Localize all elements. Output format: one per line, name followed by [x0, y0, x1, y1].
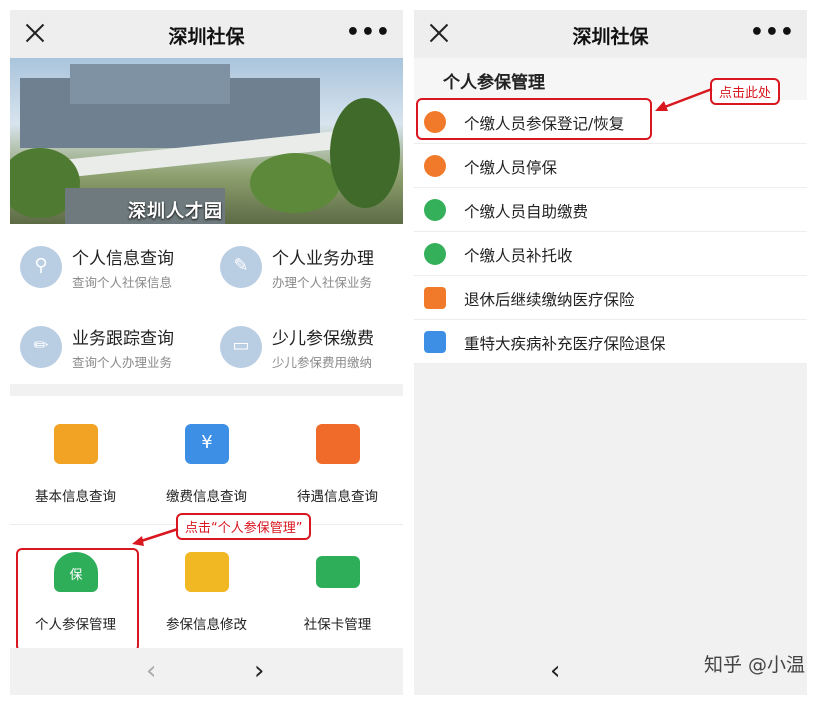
- left-screen: 深圳社保 ••• 深圳人才园 ⚲ 个人信息查询 查询个人社保信息 ✎ 个人业务办…: [10, 10, 403, 695]
- list-item[interactable]: 个缴人员自助缴费: [414, 188, 807, 232]
- back-arrow-icon[interactable]: ‹: [146, 656, 156, 686]
- pause-coin-icon: [424, 155, 446, 177]
- watermark-text: 知乎 @小温: [703, 654, 805, 676]
- document-edit-icon: ✎: [220, 246, 262, 288]
- info-item-personal-business[interactable]: ✎ 个人业务办理 办理个人社保业务: [210, 232, 400, 302]
- list-item-label: 退休后继续缴纳医疗保险: [464, 291, 635, 309]
- list-item[interactable]: 退休后继续缴纳医疗保险: [414, 276, 807, 320]
- list-item-label: 个缴人员停保: [464, 159, 558, 177]
- right-screen: 深圳社保 ••• 个人参保管理 个缴人员参保登记/恢复 个缴人员停保 个缴人员自…: [414, 10, 807, 695]
- building-shape: [70, 64, 230, 104]
- monitor-icon: ▭: [220, 326, 262, 368]
- info-item-title: 业务跟踪查询: [72, 329, 174, 349]
- coin-clock-icon: [424, 243, 446, 265]
- grid-item-benefit-info[interactable]: 待遇信息查询: [272, 396, 403, 520]
- banner-sign-text: 深圳人才园: [128, 201, 223, 222]
- bottom-navigation: ‹ ›: [10, 648, 403, 695]
- callout-arrow: [132, 527, 179, 546]
- hand-document-icon: [424, 331, 446, 353]
- list-item[interactable]: 重特大疾病补充医疗保险退保: [414, 320, 807, 364]
- list-item[interactable]: 个缴人员补托收: [414, 232, 807, 276]
- grid-item-label: 待遇信息查询: [297, 489, 378, 505]
- back-arrow-icon[interactable]: ‹: [550, 656, 560, 686]
- pencil-icon: ✏: [20, 326, 62, 368]
- grid-item-label: 基本信息查询: [35, 489, 116, 505]
- page-title: 深圳社保: [572, 26, 649, 48]
- info-item-tracking[interactable]: ✏ 业务跟踪查询 查询个人办理业务: [10, 312, 200, 382]
- page-title: 深圳社保: [168, 26, 245, 48]
- grid-item-label: 缴费信息查询: [166, 489, 247, 505]
- callout-label: 点击“个人参保管理”: [176, 513, 312, 540]
- info-item-title: 少儿参保缴费: [272, 329, 374, 349]
- banner-image: 深圳人才园: [10, 58, 403, 224]
- list-item-label: 个缴人员自助缴费: [464, 203, 589, 221]
- tree-shape: [250, 153, 340, 213]
- grid-item-payment-info[interactable]: ¥ 缴费信息查询: [141, 396, 272, 520]
- forward-arrow-icon[interactable]: ›: [254, 656, 264, 686]
- coin-clock-icon: [424, 199, 446, 221]
- callout-arrow: [655, 87, 713, 111]
- grid-item-label: 参保信息修改: [166, 617, 247, 633]
- social-card-icon: [316, 556, 360, 588]
- title-bar: 深圳社保 •••: [414, 10, 807, 58]
- info-item-subtitle: 少儿参保费用缴纳: [272, 355, 373, 370]
- highlight-box: [416, 98, 652, 140]
- more-options-icon[interactable]: •••: [346, 20, 391, 45]
- more-options-icon[interactable]: •••: [750, 20, 795, 45]
- id-card-icon: [54, 424, 98, 464]
- info-item-subtitle: 查询个人办理业务: [72, 355, 173, 370]
- tree-shape: [330, 98, 400, 208]
- info-item-child-insurance[interactable]: ▭ 少儿参保缴费 少儿参保费用缴纳: [210, 312, 400, 382]
- callout-label: 点击此处: [710, 78, 781, 105]
- info-item-title: 个人业务办理: [272, 249, 374, 269]
- grid-item-basic-info[interactable]: 基本信息查询: [10, 396, 141, 520]
- info-item-subtitle: 办理个人社保业务: [272, 275, 373, 290]
- list-item-label: 个缴人员补托收: [464, 247, 573, 265]
- list-item[interactable]: 个缴人员停保: [414, 144, 807, 188]
- grid-item-social-card[interactable]: 社保卡管理: [272, 524, 403, 648]
- grid-item-label: 社保卡管理: [303, 617, 372, 633]
- section-title: 个人参保管理: [443, 73, 545, 93]
- list-item-label: 重特大疾病补充医疗保险退保: [464, 335, 666, 353]
- info-item-subtitle: 查询个人社保信息: [72, 275, 173, 290]
- yen-card-icon: ¥: [185, 424, 229, 464]
- medical-kit-icon: [424, 287, 446, 309]
- info-item-personal-query[interactable]: ⚲ 个人信息查询 查询个人社保信息: [10, 232, 200, 302]
- highlight-box: [16, 548, 139, 652]
- edit-form-icon: [185, 552, 229, 592]
- info-item-title: 个人信息查询: [72, 249, 174, 269]
- info-section: ⚲ 个人信息查询 查询个人社保信息 ✎ 个人业务办理 办理个人社保业务 ✏ 业务…: [10, 224, 403, 384]
- checklist-icon: [316, 424, 360, 464]
- title-bar: 深圳社保 •••: [10, 10, 403, 58]
- search-icon: ⚲: [20, 246, 62, 288]
